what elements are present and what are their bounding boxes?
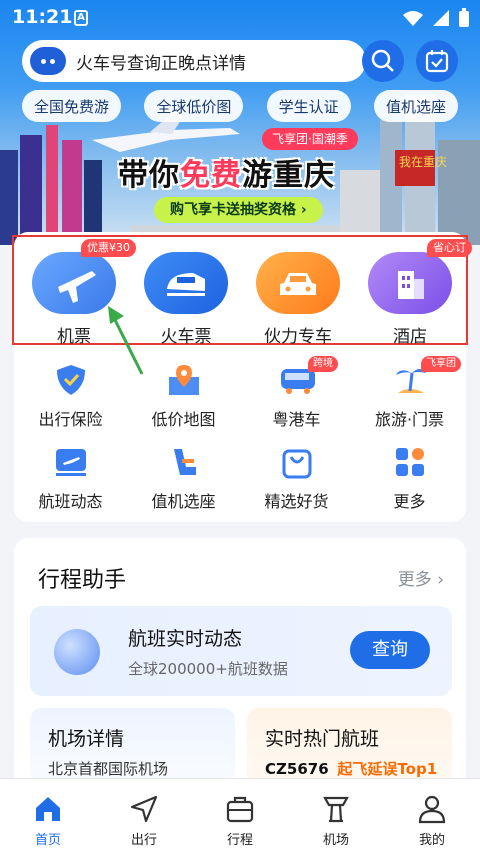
tab-airport-label: 机场 <box>322 833 349 848</box>
bottom-tab-bar: 首页 出行 行程 机场 我的 <box>0 778 480 853</box>
flight-status-panel[interactable]: 航班实时动态 全球200000+航班数据 查询 <box>30 606 452 696</box>
hotel-icon <box>368 252 452 314</box>
luggage-icon <box>192 793 288 825</box>
tab-home[interactable]: 首页 <box>0 779 96 853</box>
chip-low-price-map[interactable]: 全球低价图 <box>144 90 244 122</box>
tab-trips-label: 行程 <box>226 833 253 848</box>
group-badge: 飞享团 <box>421 356 461 372</box>
battery-icon <box>459 8 469 27</box>
home-icon <box>0 793 96 825</box>
checklist-button[interactable] <box>416 40 458 82</box>
banner-title-a: 带你 <box>118 158 180 193</box>
seat-icon <box>166 444 202 480</box>
tile-car-label: 伙力专车 <box>264 327 332 347</box>
tab-home-label: 首页 <box>34 833 61 848</box>
tab-trips[interactable]: 行程 <box>192 779 288 853</box>
flight-status-title: 航班实时动态 <box>128 628 243 650</box>
airport-details-panel[interactable]: 机场详情 北京首都国际机场 <box>30 708 235 788</box>
tile-car[interactable]: 伙力专车 <box>254 252 342 347</box>
service-tour-ticket-label: 旅游·门票 <box>374 410 445 429</box>
signal-icon <box>433 10 449 26</box>
notification-icon: A <box>74 10 88 26</box>
service-seat-label: 值机选座 <box>151 492 216 511</box>
service-more[interactable]: 更多 <box>353 444 466 512</box>
tab-airport[interactable]: 机场 <box>288 779 384 853</box>
map-pin-icon <box>166 362 202 398</box>
tab-profile[interactable]: 我的 <box>384 779 480 853</box>
itinerary-title: 行程助手 <box>38 568 127 593</box>
search-placeholder: 火车号查询正晚点详情 <box>76 53 246 74</box>
service-flight-status[interactable]: 航班动态 <box>14 444 127 512</box>
wifi-icon <box>403 11 423 26</box>
clock: 11:21 <box>12 6 73 28</box>
service-goods-label: 精选好货 <box>264 492 329 511</box>
shield-icon <box>53 362 89 398</box>
service-hk-bus[interactable]: 粤港车 跨境 <box>240 356 353 430</box>
flight-board-icon <box>53 444 89 480</box>
service-price-map-label: 低价地图 <box>151 410 216 429</box>
query-button[interactable]: 查询 <box>350 631 430 669</box>
discount-badge: 优惠¥30 <box>81 239 136 257</box>
search-button[interactable] <box>362 40 404 82</box>
service-hk-bus-label: 粤港车 <box>272 410 321 429</box>
service-seat[interactable]: 值机选座 <box>127 444 240 512</box>
search-bar[interactable]: 火车号查询正晚点详情 <box>22 40 366 82</box>
hot-flights-panel[interactable]: 实时热门航班 CZ5676 起飞延误Top1 <box>247 708 452 788</box>
hot-flight-row: CZ5676 起飞延误Top1 <box>265 758 437 779</box>
hot-flight-tag: 起飞延误Top1 <box>337 760 438 778</box>
banner-title: 带你免费游重庆 <box>118 150 335 194</box>
chip-free-travel[interactable]: 全国免费游 <box>22 90 122 122</box>
service-goods[interactable]: 精选好货 <box>240 444 353 512</box>
service-flight-status-label: 航班动态 <box>38 492 103 511</box>
tile-hotel-label: 酒店 <box>393 327 427 347</box>
banner-cta-button[interactable]: 购飞享卡送抽奖资格 › <box>154 197 323 223</box>
shopping-bag-icon <box>279 444 315 480</box>
navigation-icon <box>96 793 192 825</box>
user-icon <box>384 793 480 825</box>
airport-name: 北京首都国际机场 <box>48 760 169 778</box>
service-tour-ticket[interactable]: 旅游·门票 飞享团 <box>353 356 466 430</box>
calendar-check-icon <box>425 50 449 73</box>
service-more-label: 更多 <box>393 492 426 511</box>
banner-title-b: 游重庆 <box>242 158 335 193</box>
itinerary-assistant-card: 行程助手 更多 › 航班实时动态 全球200000+航班数据 查询 机场详情 北… <box>14 538 466 788</box>
flight-status-subtitle: 全球200000+航班数据 <box>128 660 288 678</box>
chip-student-auth[interactable]: 学生认证 <box>266 90 351 122</box>
itinerary-more-link[interactable]: 更多 › <box>398 565 444 590</box>
status-bar: 11:21 A <box>0 0 480 36</box>
tab-profile-label: 我的 <box>418 833 445 848</box>
tab-travel-label: 出行 <box>130 833 157 848</box>
grid-icon <box>392 444 428 480</box>
tile-hotel[interactable]: 酒店 省心订 <box>366 239 472 347</box>
quick-chips: 全国免费游 全球低价图 学生认证 值机选座 <box>22 90 458 122</box>
banner-title-highlight: 免费 <box>180 158 242 193</box>
promo-badge: 省心订 <box>427 239 472 257</box>
globe-icon <box>54 629 100 675</box>
tab-travel[interactable]: 出行 <box>96 779 192 853</box>
car-icon <box>256 252 340 314</box>
search-icon <box>371 49 394 72</box>
green-arrow-annotation <box>108 306 144 375</box>
airport-details-title: 机场详情 <box>48 728 125 750</box>
airport-tower-icon <box>288 793 384 825</box>
cross-border-badge: 跨境 <box>308 356 338 372</box>
sign-text: 我在重庆 <box>399 155 447 169</box>
main-service-tiles: 机票 优惠¥30 火车票 伙力专车 酒店 省心订 <box>12 235 472 347</box>
hot-flights-title: 实时热门航班 <box>265 728 380 750</box>
hot-flight-number: CZ5676 <box>265 760 329 778</box>
robot-assistant-icon <box>30 47 66 75</box>
banner-tag: 飞享团·国潮季 <box>262 128 358 150</box>
service-insurance-label: 出行保险 <box>38 410 103 429</box>
chip-checkin-seat[interactable]: 值机选座 <box>373 90 458 122</box>
